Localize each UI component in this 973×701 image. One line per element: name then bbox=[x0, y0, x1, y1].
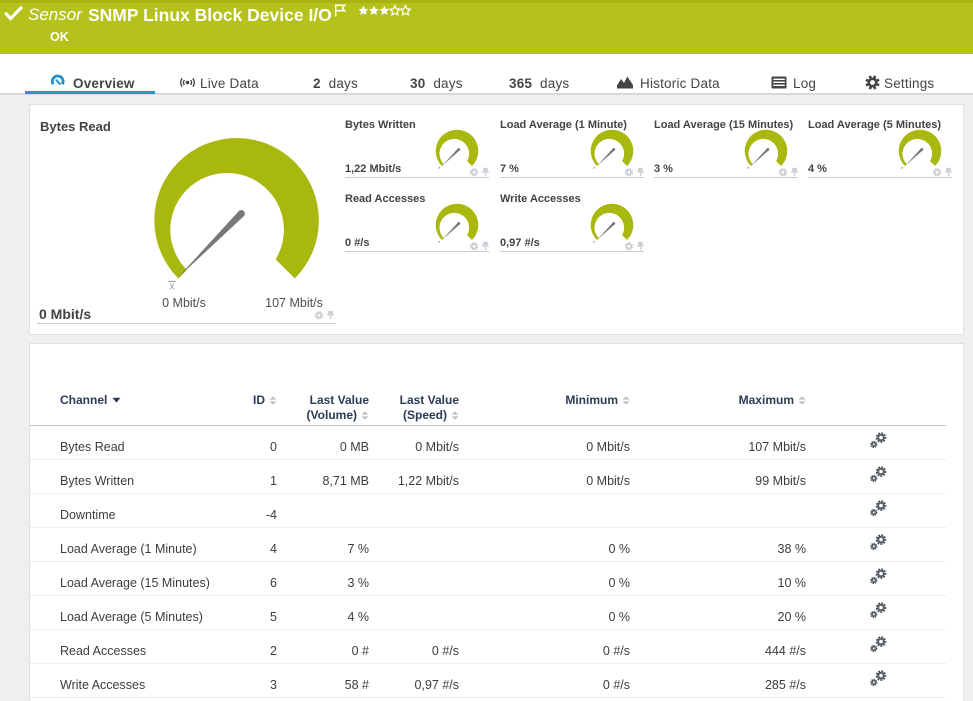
svg-text:x: x bbox=[169, 281, 175, 293]
